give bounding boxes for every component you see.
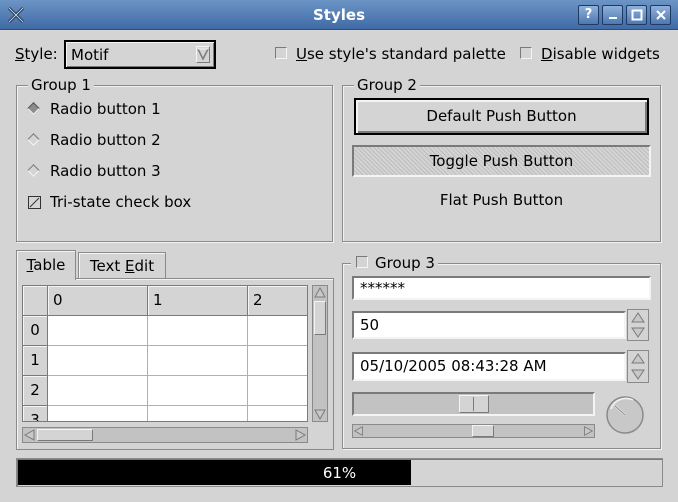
minimize-button[interactable] — [602, 5, 623, 25]
group1-title: Group 1 — [28, 76, 94, 94]
standard-palette-text: se style's standard palette — [306, 45, 506, 63]
flat-push-button[interactable]: Flat Push Button — [352, 185, 651, 215]
styles-window: Styles ? Style: Motif Use style's standa… — [0, 0, 678, 502]
table-cell[interactable] — [48, 376, 148, 406]
style-combobox-value: Motif — [71, 46, 109, 64]
close-icon — [655, 10, 666, 20]
combo-arrow-icon — [196, 46, 210, 63]
datetime-up-down-icon[interactable] — [628, 351, 648, 382]
spin-up-down-icon[interactable] — [628, 310, 648, 340]
table-vertical-scrollbar[interactable] — [312, 285, 328, 422]
tab-table[interactable]: Table — [16, 250, 76, 280]
vertical-scroll-thumb[interactable] — [314, 301, 326, 335]
maximize-icon — [631, 9, 642, 21]
tab-text-edit[interactable]: Text Edit — [78, 252, 166, 278]
disable-widgets-text: isable widgets — [552, 45, 660, 63]
tab-text-edit-pre: Text — [89, 257, 126, 275]
horizontal-scroll-thumb[interactable] — [37, 429, 93, 441]
scroll-down-icon[interactable] — [313, 407, 327, 421]
scroll-up-icon[interactable] — [313, 286, 327, 300]
toggle-push-button-label: Toggle Push Button — [429, 152, 574, 170]
window-title: Styles — [313, 6, 365, 24]
flat-push-button-label: Flat Push Button — [439, 191, 564, 209]
table-cell[interactable] — [148, 316, 248, 346]
table-horizontal-scrollbar[interactable] — [22, 427, 308, 443]
tristate-checkbox-label[interactable]: Tri-state check box — [50, 193, 191, 211]
standard-palette-checkbox[interactable] — [275, 47, 287, 59]
row-header[interactable]: 1 — [23, 346, 48, 376]
style-label-rest: tyle: — [24, 45, 58, 63]
scroll-left-icon[interactable] — [353, 425, 365, 437]
table-cell[interactable] — [248, 316, 307, 346]
group2-title: Group 2 — [354, 76, 420, 94]
group3-checkbox[interactable] — [356, 256, 368, 268]
scroll-left-icon[interactable] — [23, 428, 37, 442]
tab-text-edit-rest: dit — [134, 257, 155, 275]
help-button[interactable]: ? — [578, 5, 599, 25]
table-cell[interactable] — [48, 406, 148, 421]
disable-widgets-mnemonic: D — [541, 45, 553, 63]
tristate-checkbox[interactable] — [28, 196, 41, 209]
table-cell[interactable] — [148, 376, 248, 406]
title-bar[interactable]: Styles ? — [0, 0, 678, 30]
standard-palette-label[interactable]: Use style's standard palette — [296, 45, 506, 63]
table-cell[interactable] — [148, 346, 248, 376]
standard-palette-mnemonic: U — [296, 45, 307, 63]
table-cell[interactable] — [148, 406, 248, 421]
spin-box-input[interactable]: 50 — [352, 311, 626, 339]
table-corner[interactable] — [23, 286, 48, 316]
help-icon: ? — [584, 7, 593, 22]
datetime-stepper[interactable] — [627, 350, 649, 383]
row-header[interactable]: 3 — [23, 406, 48, 421]
close-button[interactable] — [650, 5, 671, 25]
password-field[interactable]: ****** — [352, 276, 651, 300]
progress-text: 61% — [322, 464, 357, 482]
dial-knob-icon[interactable] — [605, 395, 645, 435]
scroll-right-icon[interactable] — [582, 425, 594, 437]
style-label-mnemonic: S — [15, 45, 25, 63]
style-combobox[interactable]: Motif — [64, 40, 216, 69]
tab-text-edit-mnemonic: E — [125, 257, 135, 275]
table-cell[interactable] — [248, 346, 307, 376]
table-cell[interactable] — [248, 376, 307, 406]
data-table[interactable]: 0 1 2 0 1 2 3 — [22, 285, 308, 422]
radio-button-2-label[interactable]: Radio button 2 — [50, 131, 161, 149]
minimize-icon — [608, 17, 617, 19]
radio-button-1-label[interactable]: Radio button 1 — [50, 100, 161, 118]
row-header[interactable]: 0 — [23, 316, 48, 346]
disable-widgets-checkbox[interactable] — [520, 47, 532, 59]
column-header[interactable]: 2 — [248, 286, 307, 316]
group3-horizontal-scrollbar[interactable] — [352, 424, 595, 438]
slider-handle[interactable] — [459, 395, 489, 413]
spin-box-stepper[interactable] — [627, 309, 649, 341]
horizontal-slider[interactable] — [352, 392, 595, 416]
table-cell[interactable] — [48, 346, 148, 376]
default-push-button-label: Default Push Button — [426, 107, 577, 125]
default-push-button[interactable]: Default Push Button — [354, 98, 649, 135]
group3-scroll-thumb[interactable] — [472, 425, 494, 437]
datetime-input[interactable]: 05/10/2005 08:43:28 AM — [352, 352, 626, 381]
style-label: Style: — [15, 45, 58, 63]
column-header[interactable]: 1 — [148, 286, 248, 316]
radio-button-3-label[interactable]: Radio button 3 — [50, 162, 161, 180]
table-cell[interactable] — [48, 316, 148, 346]
disable-widgets-label[interactable]: Disable widgets — [541, 45, 660, 63]
progress-bar: 61% — [16, 458, 663, 487]
maximize-button[interactable] — [626, 5, 647, 25]
tab-table-rest: able — [33, 256, 66, 274]
toggle-push-button[interactable]: Toggle Push Button — [352, 145, 651, 177]
dial[interactable] — [605, 395, 645, 435]
row-header[interactable]: 2 — [23, 376, 48, 406]
group3-title-text: Group 3 — [375, 254, 435, 272]
table-cell[interactable] — [248, 406, 307, 421]
column-header[interactable]: 0 — [48, 286, 148, 316]
scroll-right-icon[interactable] — [293, 428, 307, 442]
